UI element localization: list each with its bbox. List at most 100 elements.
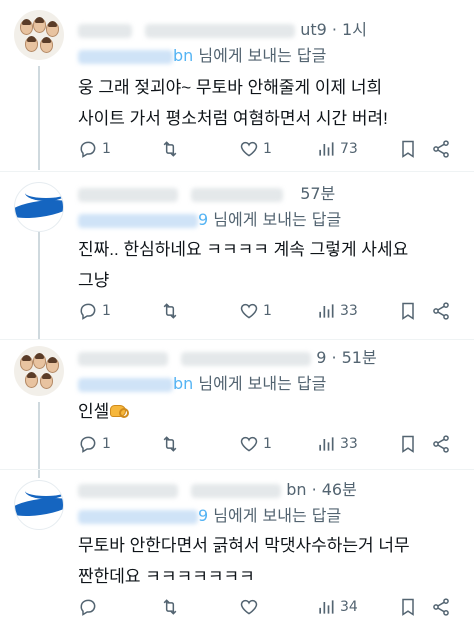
author-name-redacted[interactable]: [78, 23, 132, 38]
share-icon: [431, 139, 451, 159]
reply-button[interactable]: 1: [78, 433, 111, 455]
views-button[interactable]: 33: [316, 300, 358, 322]
tweet-text-line: 무토바 안한다면서 긁혀서 막댓사수하는거 너무: [78, 536, 410, 555]
reply-to-label: 님에게 보내는 답글: [198, 46, 327, 65]
bar-chart-icon: [316, 434, 336, 454]
reply-button[interactable]: [78, 596, 102, 618]
action-bar: 1 1 33: [78, 433, 458, 455]
like-count: 1: [263, 436, 272, 452]
avatar[interactable]: [14, 480, 64, 530]
tweet-header: bn · 46분: [78, 476, 357, 499]
action-bar: 1 1 73: [78, 138, 458, 160]
author-name-redacted[interactable]: [78, 351, 168, 366]
reply-target-redacted[interactable]: [78, 377, 173, 392]
reply-to-line: bn 님에게 보내는 답글: [78, 42, 327, 65]
like-button[interactable]: [239, 596, 263, 618]
retweet-button[interactable]: [160, 433, 184, 455]
heart-icon: [239, 434, 259, 454]
reply-to-line: bn 님에게 보내는 답글: [78, 370, 327, 393]
retweet-icon: [160, 139, 180, 159]
pinching-hand-emoji-icon: [109, 403, 130, 419]
reply-button[interactable]: 1: [78, 300, 111, 322]
tweet-text: 웅 그래 젖괴야~ 무토바 안해줄게 이제 너희 사이트 가서 평소처럼 여혐하…: [78, 72, 458, 134]
retweet-button[interactable]: [160, 300, 184, 322]
like-button[interactable]: 1: [239, 300, 272, 322]
share-button[interactable]: [431, 596, 451, 618]
heart-icon: [239, 139, 259, 159]
reply-to-label: 님에게 보내는 답글: [198, 374, 327, 393]
reply-to-line: 9 님에게 보내는 답글: [78, 502, 341, 525]
author-handle-fragment: bn ·: [286, 480, 322, 499]
bookmark-icon: [398, 139, 418, 159]
retweet-button[interactable]: [160, 138, 184, 160]
tweet-text: 무토바 안한다면서 긁혀서 막댓사수하는거 너무 짠한데요 ㅋㅋㅋㅋㅋㅋㅋ: [78, 530, 458, 592]
bookmark-icon: [398, 434, 418, 454]
tweet-text: 인셀: [78, 396, 458, 427]
like-button[interactable]: 1: [239, 433, 272, 455]
tweet-time[interactable]: 51분: [342, 348, 377, 367]
reply-target-fragment[interactable]: 9: [198, 210, 208, 229]
avatar[interactable]: [14, 182, 64, 232]
views-button[interactable]: 34: [316, 596, 358, 618]
action-bar: 1 1 33: [78, 300, 458, 322]
tweet-4[interactable]: bn · 46분 9 님에게 보내는 답글 무토바 안한다면서 긁혀서 막댓사수…: [0, 470, 474, 632]
tweet-text-line: 인셀: [78, 402, 110, 421]
avatar[interactable]: [14, 346, 64, 396]
like-button[interactable]: 1: [239, 138, 272, 160]
author-name-redacted[interactable]: [78, 483, 178, 498]
tweet-time[interactable]: 57분: [300, 184, 335, 203]
speech-bubble-icon: [78, 139, 98, 159]
tweet-time[interactable]: 1시: [342, 20, 367, 39]
views-button[interactable]: 33: [316, 433, 358, 455]
bookmark-button[interactable]: [398, 138, 418, 160]
tweet-1[interactable]: ut9 · 1시 bn 님에게 보내는 답글 웅 그래 젖괴야~ 무토바 안해줄…: [0, 0, 474, 170]
tweet-text-line: 진짜.. 한심하네요 ㅋㅋㅋㅋ 계속 그렇게 사세요: [78, 240, 409, 259]
bookmark-button[interactable]: [398, 433, 418, 455]
reply-button[interactable]: 1: [78, 138, 111, 160]
tweet-header: 9 · 51분: [78, 344, 377, 367]
author-handle-redacted[interactable]: [191, 483, 282, 498]
author-name-redacted[interactable]: [78, 187, 178, 202]
tweet-time[interactable]: 46분: [322, 480, 357, 499]
reply-target-redacted[interactable]: [78, 213, 198, 228]
tweet-text-line: 사이트 가서 평소처럼 여혐하면서 시간 버려!: [78, 109, 388, 128]
reply-count: 1: [102, 141, 111, 157]
author-handle-redacted[interactable]: [191, 187, 284, 202]
action-bar: 34: [78, 596, 458, 618]
views-button[interactable]: 73: [316, 138, 358, 160]
reply-target-fragment[interactable]: bn: [173, 46, 193, 65]
author-handle-fragment: ut9 ·: [300, 20, 343, 39]
like-count: 1: [263, 141, 272, 157]
heart-icon: [239, 301, 259, 321]
reply-to-line: 9 님에게 보내는 답글: [78, 206, 342, 229]
avatar[interactable]: [14, 10, 64, 60]
tweet-text-line: 웅 그래 젖괴야~ 무토바 안해줄게 이제 너희: [78, 78, 383, 97]
view-count: 33: [340, 303, 358, 319]
author-handle-redacted[interactable]: [181, 351, 312, 366]
reply-target-redacted[interactable]: [78, 49, 173, 64]
reply-to-label: 님에게 보내는 답글: [213, 210, 342, 229]
tweet-2[interactable]: 57분 9 님에게 보내는 답글 진짜.. 한심하네요 ㅋㅋㅋㅋ 계속 그렇게 …: [0, 172, 474, 340]
view-count: 73: [340, 141, 358, 157]
bookmark-icon: [398, 597, 418, 617]
tweet-text: 진짜.. 한심하네요 ㅋㅋㅋㅋ 계속 그렇게 사세요 그냥: [78, 234, 458, 296]
tweet-3[interactable]: 9 · 51분 bn 님에게 보내는 답글 인셀 1 1 33: [0, 340, 474, 470]
reply-target-fragment[interactable]: bn: [173, 374, 193, 393]
bookmark-button[interactable]: [398, 596, 418, 618]
bar-chart-icon: [316, 139, 336, 159]
reply-target-redacted[interactable]: [78, 509, 198, 524]
bookmark-icon: [398, 301, 418, 321]
retweet-icon: [160, 301, 180, 321]
share-button[interactable]: [431, 433, 451, 455]
like-count: 1: [263, 303, 272, 319]
bookmark-button[interactable]: [398, 300, 418, 322]
retweet-icon: [160, 434, 180, 454]
share-button[interactable]: [431, 138, 451, 160]
reply-count: 1: [102, 436, 111, 452]
retweet-button[interactable]: [160, 596, 184, 618]
speech-bubble-icon: [78, 434, 98, 454]
reply-target-fragment[interactable]: 9: [198, 506, 208, 525]
author-handle-fragment: 9 ·: [316, 348, 342, 367]
share-button[interactable]: [431, 300, 451, 322]
author-handle-redacted[interactable]: [145, 23, 296, 38]
